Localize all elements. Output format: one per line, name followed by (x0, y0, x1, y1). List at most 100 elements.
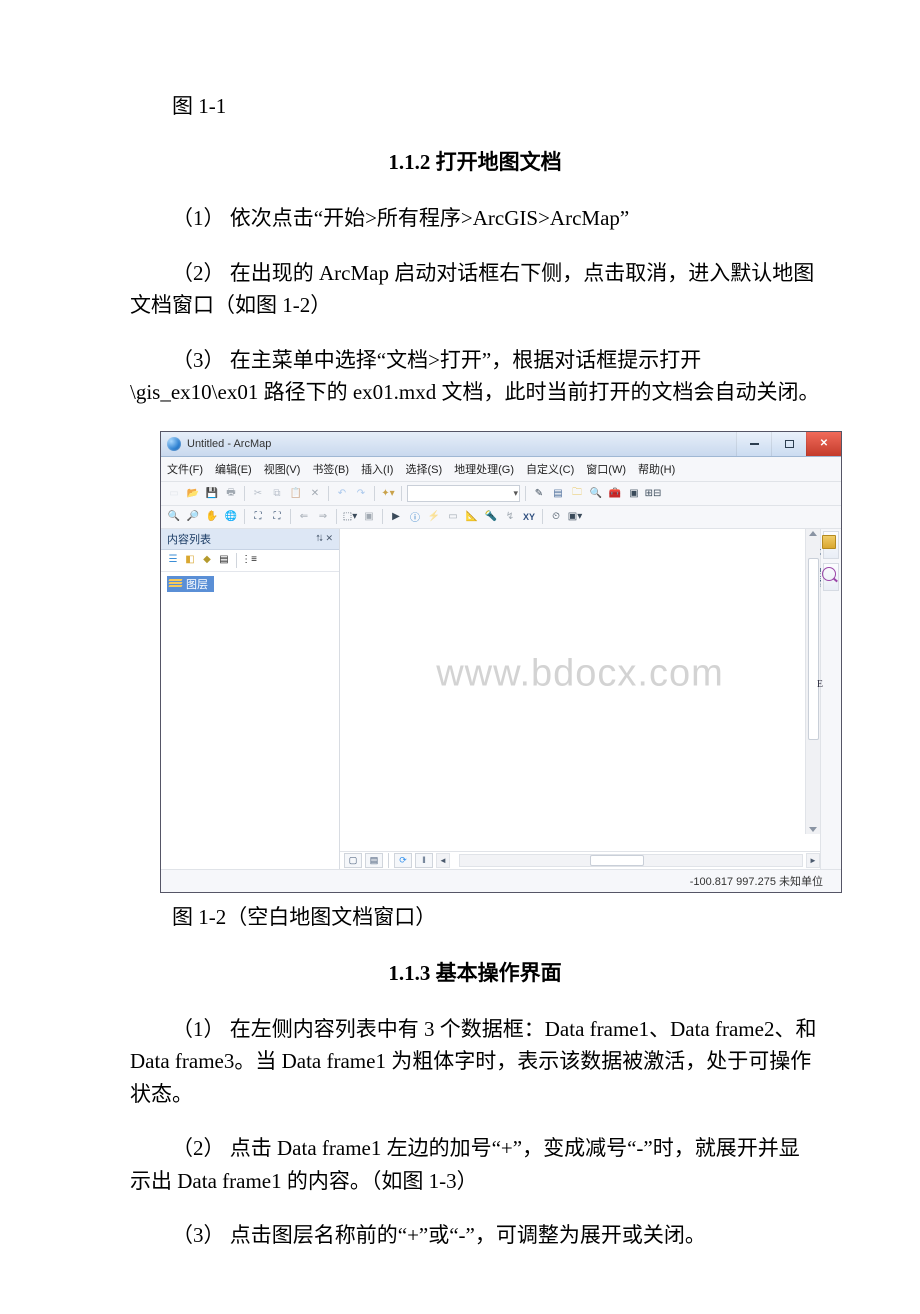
toc-close-icon[interactable]: ✕ (325, 533, 333, 544)
menu-customize[interactable]: 自定义(C) (526, 461, 574, 477)
step-cancel-dialog: （2） 在出现的 ArcMap 启动对话框右下侧，点击取消，进入默认地图文档窗口… (130, 257, 820, 322)
menu-insert[interactable]: 插入(I) (361, 461, 393, 477)
right-dock-tabs: 目录 搜索 (820, 529, 841, 869)
toc-title-label: 内容列表 (167, 531, 211, 547)
python-icon[interactable]: ▣ (626, 485, 642, 501)
arcmap-body: 内容列表 ⮁ ✕ ☰ ◧ ◆ ▤ ⋮≡ (161, 529, 841, 869)
open-icon[interactable]: 📂 (185, 485, 201, 501)
next-extent-icon[interactable]: ⇒ (315, 509, 331, 525)
modelbuilder-icon[interactable]: ⊞⊟ (645, 485, 661, 501)
horizontal-scroll-thumb[interactable] (590, 855, 644, 866)
heading-1-1-3: 1.1.3 基本操作界面 (130, 957, 820, 987)
menu-view[interactable]: 视图(V) (264, 461, 301, 477)
minimize-button[interactable] (736, 432, 771, 456)
select-features-icon[interactable]: ⬚▾ (342, 509, 358, 525)
clear-selection-icon[interactable]: ▣ (361, 509, 377, 525)
figure-1-2-screenshot: Untitled - ArcMap 文件(F) 编辑(E) 视图(V) 书签(B… (160, 431, 820, 893)
list-by-visibility-icon[interactable]: ◆ (200, 553, 214, 567)
print-icon[interactable]: 🖶 (223, 485, 239, 501)
window-buttons (736, 432, 841, 456)
fixed-zoom-in-icon[interactable]: ⛶ (250, 509, 266, 525)
fixed-zoom-out-icon[interactable]: ⛶ (269, 509, 285, 525)
find-icon[interactable]: 🔦 (483, 509, 499, 525)
hyperlink-icon[interactable]: ⚡ (426, 509, 442, 525)
status-coordinates: -100.817 997.275 未知单位 (690, 873, 823, 889)
toc-icon[interactable]: ▤ (550, 485, 566, 501)
catalog-tab[interactable]: 目录 (823, 531, 839, 559)
menu-help[interactable]: 帮助(H) (638, 461, 675, 477)
horizontal-scrollbar[interactable] (459, 854, 803, 867)
list-by-selection-icon[interactable]: ▤ (217, 553, 231, 567)
layout-view-tab-icon[interactable]: ▤ (365, 853, 383, 868)
toolbar-standard: ▭ 📂 💾 🖶 ✂ ⧉ 📋 ✕ ↶ ↷ ✦▾ ✎ ▤ 🗀 (161, 482, 841, 506)
search-tab[interactable]: 搜索 (823, 563, 839, 591)
hscroll-left-icon[interactable]: ◄ (436, 853, 450, 868)
editor-toolbar-icon[interactable]: ✎ (531, 485, 547, 501)
figure-1-1-caption: 图 1-1 (130, 90, 820, 120)
figure-1-2-caption: 图 1-2（空白地图文档窗口） (130, 901, 820, 931)
zoom-out-icon[interactable]: 🔎 (185, 509, 201, 525)
zoom-in-icon[interactable]: 🔍 (166, 509, 182, 525)
go-to-xy-icon[interactable]: XY (521, 509, 537, 525)
para-data-frames: （1） 在左侧内容列表中有 3 个数据框：Data frame1、Data fr… (130, 1013, 820, 1111)
toc-layers-root[interactable]: 图层 (167, 576, 214, 592)
watermark-text: www.bdocx.com (436, 652, 724, 695)
arctoolbox-icon[interactable]: 🧰 (607, 485, 623, 501)
map-view[interactable]: www.bdocx.com E ▢ ▤ ⟳ ‖ ◄ (340, 529, 820, 869)
window-title: Untitled - ArcMap (187, 438, 736, 450)
cut-icon[interactable]: ✂ (250, 485, 266, 501)
toc-tree: 图层 (161, 572, 339, 596)
close-button[interactable] (806, 432, 841, 456)
data-view-tab-icon[interactable]: ▢ (344, 853, 362, 868)
vertical-scroll-thumb[interactable] (808, 558, 819, 740)
list-by-source-icon[interactable]: ◧ (183, 553, 197, 567)
toc-panel: 内容列表 ⮁ ✕ ☰ ◧ ◆ ▤ ⋮≡ (161, 529, 340, 869)
step-open-mxd: （3） 在主菜单中选择“文档>打开”，根据对话框提示打开 \gis_ex10\e… (130, 344, 820, 409)
undo-icon[interactable]: ↶ (334, 485, 350, 501)
html-popup-icon[interactable]: ▭ (445, 509, 461, 525)
hscroll-right-icon[interactable]: ► (806, 853, 820, 868)
redo-icon[interactable]: ↷ (353, 485, 369, 501)
vertical-scrollbar[interactable]: E (805, 529, 820, 834)
full-extent-icon[interactable]: 🌐 (223, 509, 239, 525)
prev-extent-icon[interactable]: ⇐ (296, 509, 312, 525)
pause-drawing-icon[interactable]: ‖ (415, 853, 433, 868)
heading-1-1-2: 1.1.2 打开地图文档 (130, 146, 820, 176)
catalog-icon[interactable]: 🗀 (569, 485, 585, 501)
new-icon[interactable]: ▭ (166, 485, 182, 501)
refresh-icon[interactable]: ⟳ (394, 853, 412, 868)
find-route-icon[interactable]: ↯ (502, 509, 518, 525)
menu-bookmarks[interactable]: 书签(B) (312, 461, 349, 477)
arcmap-icon (167, 437, 181, 451)
list-by-drawing-order-icon[interactable]: ☰ (166, 553, 180, 567)
toc-title-bar: 内容列表 ⮁ ✕ (161, 529, 339, 550)
add-data-icon[interactable]: ✦▾ (380, 485, 396, 501)
maximize-button[interactable] (771, 432, 806, 456)
map-footer: ▢ ▤ ⟳ ‖ ◄ ► (340, 851, 820, 869)
measure-icon[interactable]: 📐 (464, 509, 480, 525)
toolbar-tools: 🔍 🔎 ✋ 🌐 ⛶ ⛶ ⇐ ⇒ ⬚▾ ▣ ▶ ⓘ ⚡ ▭ 📐 🔦 (161, 506, 841, 529)
viewer-window-icon[interactable]: ▣▾ (567, 509, 583, 525)
identify-icon[interactable]: ⓘ (407, 509, 423, 525)
toc-layers-label: 图层 (186, 576, 208, 592)
toc-autohide-icon[interactable]: ⮁ (315, 533, 322, 544)
menu-select[interactable]: 选择(S) (405, 461, 442, 477)
window-titlebar: Untitled - ArcMap (161, 432, 841, 457)
status-bar: -100.817 997.275 未知单位 (161, 869, 841, 892)
select-elements-icon[interactable]: ▶ (388, 509, 404, 525)
save-icon[interactable]: 💾 (204, 485, 220, 501)
paste-icon[interactable]: 📋 (288, 485, 304, 501)
delete-icon[interactable]: ✕ (307, 485, 323, 501)
layers-icon (169, 579, 182, 589)
toc-options-icon[interactable]: ⋮≡ (242, 553, 256, 567)
time-slider-icon[interactable]: ⏲ (548, 509, 564, 525)
copy-icon[interactable]: ⧉ (269, 485, 285, 501)
document-page: 图 1-1 1.1.2 打开地图文档 （1） 依次点击“开始>所有程序>ArcG… (0, 0, 920, 1314)
menu-edit[interactable]: 编辑(E) (215, 461, 252, 477)
menu-file[interactable]: 文件(F) (167, 461, 203, 477)
menu-geoprocessing[interactable]: 地理处理(G) (454, 461, 514, 477)
menu-window[interactable]: 窗口(W) (586, 461, 626, 477)
search-window-icon[interactable]: 🔍 (588, 485, 604, 501)
scale-combobox[interactable] (407, 485, 520, 502)
pan-icon[interactable]: ✋ (204, 509, 220, 525)
